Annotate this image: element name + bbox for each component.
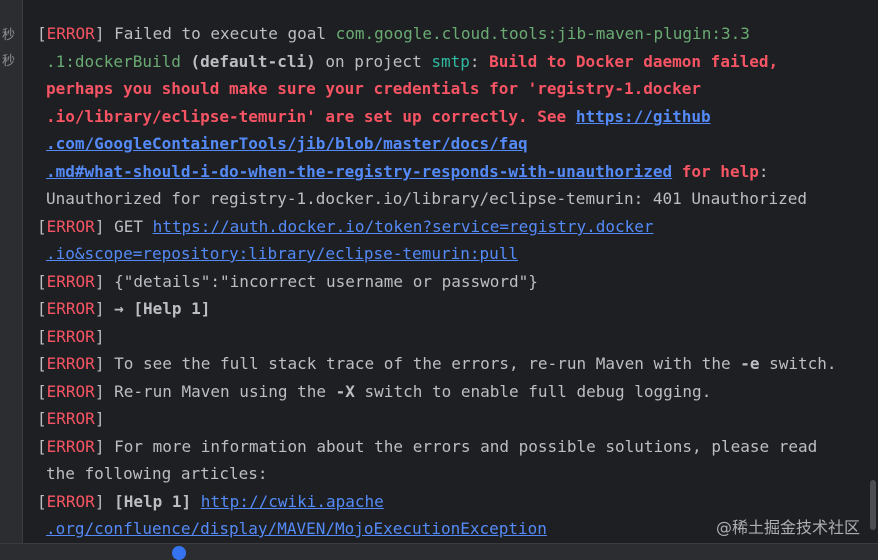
error-tag: ERROR [46, 437, 95, 456]
log-line: [ERROR] {"details":"incorrect username o… [37, 272, 538, 291]
log-line: .com/GoogleContainerTools/jib/blob/maste… [46, 134, 528, 154]
project-name: smtp [431, 52, 470, 71]
plugin-name: .1:dockerBuild [46, 52, 181, 71]
help-reference: [Help 1] [114, 492, 192, 511]
error-tag: ERROR [46, 492, 95, 511]
faq-link[interactable]: .md#what-should-i-do-when-the-registry-r… [46, 162, 672, 181]
log-line: .1:dockerBuild (default-cli) on project … [46, 52, 779, 71]
error-tag: ERROR [46, 327, 95, 346]
cwiki-link[interactable]: http://cwiki.apache [201, 492, 384, 511]
cli-option: -X [335, 382, 355, 401]
status-bar [0, 543, 878, 560]
scrollbar-thumb[interactable] [870, 480, 876, 530]
log-line: .io&scope=repository:library/eclipse-tem… [46, 244, 518, 264]
vertical-scrollbar[interactable] [868, 0, 878, 544]
auth-link[interactable]: https://auth.docker.io/token?service=reg… [153, 217, 654, 236]
log-line: the following articles: [46, 464, 268, 483]
console-gutter: 秒 秒 [0, 0, 23, 544]
gutter-mark: 秒 [2, 54, 16, 69]
log-line: [ERROR] To see the full stack trace of t… [37, 354, 837, 373]
faq-link[interactable]: .com/GoogleContainerTools/jib/blob/maste… [46, 134, 528, 153]
console-output[interactable]: [ERROR] Failed to execute goal com.googl… [23, 0, 868, 544]
error-tag: ERROR [46, 299, 95, 318]
log-line: [ERROR] [Help 1] http://cwiki.apache [37, 492, 384, 511]
error-message: for help [672, 162, 759, 181]
log-line: Unauthorized for registry-1.docker.io/li… [46, 189, 807, 208]
faq-link[interactable]: https://github [576, 107, 711, 126]
status-indicator-icon [172, 546, 186, 560]
log-line: [ERROR] [37, 327, 105, 346]
error-tag: ERROR [46, 382, 95, 401]
plugin-name: com.google.cloud.tools:jib-maven-plugin:… [335, 24, 750, 43]
log-line: .md#what-should-i-do-when-the-registry-r… [46, 162, 769, 181]
watermark: @稀土掘金技术社区 [715, 518, 860, 537]
log-line: [ERROR] Re-run Maven using the -X switch… [37, 382, 712, 401]
log-line: [ERROR] For more information about the e… [37, 437, 818, 456]
log-line: .org/confluence/display/MAVEN/MojoExecut… [46, 519, 547, 539]
cwiki-link[interactable]: .org/confluence/display/MAVEN/MojoExecut… [46, 519, 547, 538]
error-tag: ERROR [46, 272, 95, 291]
error-message: perhaps you should make sure your creden… [46, 79, 702, 98]
log-line: [ERROR] GET https://auth.docker.io/token… [37, 217, 654, 236]
help-reference: → [Help 1] [114, 299, 211, 318]
error-tag: ERROR [46, 409, 95, 428]
log-line: [ERROR] → [Help 1] [37, 299, 211, 318]
log-line: [ERROR] [37, 409, 105, 428]
execution-id: (default-cli) [190, 52, 316, 71]
gutter-mark: 秒 [2, 28, 16, 43]
log-line: [ERROR] Failed to execute goal com.googl… [37, 24, 750, 43]
error-tag: ERROR [46, 217, 95, 236]
cli-option: -e [740, 354, 760, 373]
log-line: perhaps you should make sure your creden… [46, 79, 701, 99]
error-message: Build to Docker daemon failed, [489, 52, 779, 71]
log-line: .io/library/eclipse-temurin' are set up … [46, 107, 711, 127]
auth-link[interactable]: .io&scope=repository:library/eclipse-tem… [46, 244, 518, 263]
error-message: .io/library/eclipse-temurin' are set up … [46, 107, 576, 126]
error-tag: ERROR [46, 24, 95, 43]
error-tag: ERROR [46, 354, 95, 373]
